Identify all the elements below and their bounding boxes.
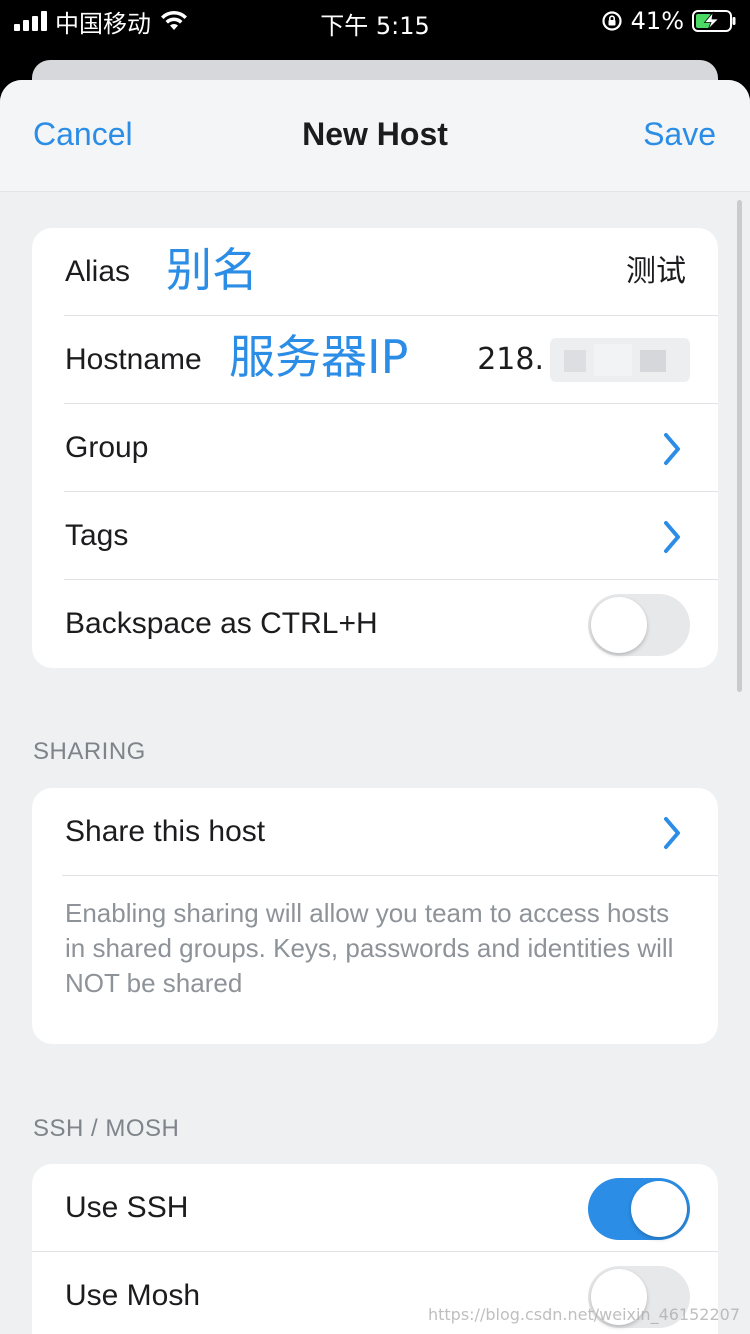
ssh-mosh-section-header: SSH / MOSH <box>33 1115 180 1142</box>
use-ssh-row: Use SSH <box>32 1164 718 1252</box>
sharing-card: Share this host Enabling sharing will al… <box>32 788 718 1044</box>
chevron-right-icon <box>664 817 680 849</box>
sharing-description: Enabling sharing will allow you team to … <box>65 898 674 998</box>
page-title: New Host <box>302 116 448 152</box>
group-label: Group <box>65 431 149 464</box>
save-button[interactable]: Save <box>643 116 716 153</box>
use-mosh-label: Use Mosh <box>65 1279 201 1312</box>
use-ssh-toggle[interactable] <box>588 1178 690 1240</box>
alias-field[interactable]: 测试 <box>626 228 686 316</box>
redaction-blur <box>550 338 690 382</box>
hostname-label: Hostname <box>65 343 202 376</box>
status-bar: 中国移动 下午 5:15 41% <box>0 0 750 42</box>
sharing-section-header: SHARING <box>33 738 146 765</box>
rotation-lock-icon <box>602 11 622 31</box>
scroll-indicator[interactable] <box>737 200 742 692</box>
alias-annotation: 别名 <box>166 243 258 297</box>
group-row[interactable]: Group <box>32 404 718 492</box>
share-host-label: Share this host <box>65 815 266 848</box>
navigation-bar: Cancel New Host Save <box>0 80 750 192</box>
tags-row[interactable]: Tags <box>32 492 718 580</box>
alias-row[interactable]: Alias 别名 测试 <box>32 228 718 316</box>
toggle-knob <box>591 597 647 653</box>
watermark: https://blog.csdn.net/weixin_46152207 <box>427 1305 740 1324</box>
battery-charging-icon <box>692 10 736 32</box>
chevron-right-icon <box>664 433 680 465</box>
backspace-label: Backspace as CTRL+H <box>65 607 378 640</box>
new-host-sheet: Cancel New Host Save Alias 别名 测试 Hostnam… <box>0 80 750 1334</box>
alias-label: Alias <box>65 255 131 288</box>
hostname-field[interactable]: 218. <box>477 316 544 404</box>
chevron-right-icon <box>664 521 680 553</box>
hostname-annotation: 服务器IP <box>229 330 409 384</box>
backspace-toggle[interactable] <box>588 594 690 656</box>
use-ssh-label: Use SSH <box>65 1191 189 1224</box>
row-divider <box>62 875 718 876</box>
battery-percent: 41% <box>630 7 684 35</box>
status-right: 41% <box>601 6 736 36</box>
host-details-card: Alias 别名 测试 Hostname 服务器IP 218. Group Ta… <box>32 228 718 668</box>
toggle-knob <box>631 1181 687 1237</box>
share-host-row[interactable]: Share this host <box>32 788 718 876</box>
hostname-row[interactable]: Hostname 服务器IP 218. <box>32 316 718 404</box>
backspace-row: Backspace as CTRL+H <box>32 580 718 668</box>
tags-label: Tags <box>65 519 129 552</box>
